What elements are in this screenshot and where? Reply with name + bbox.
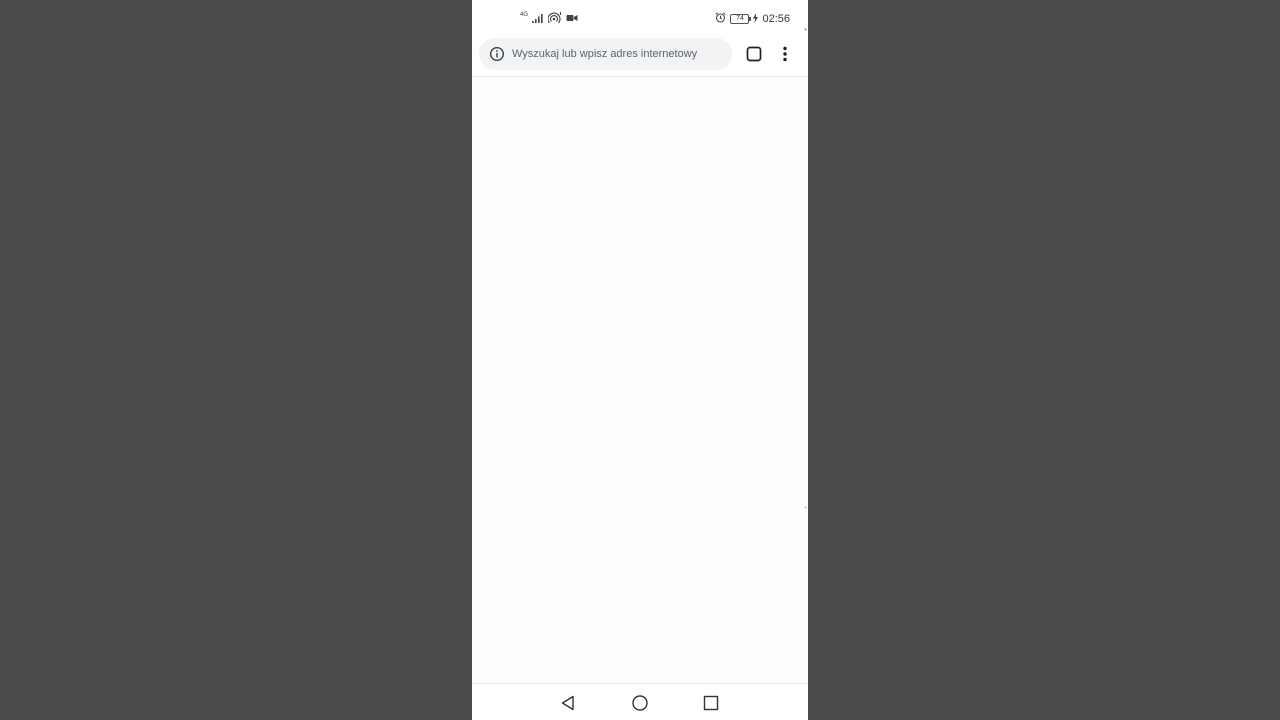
edge-dot-side (804, 496, 807, 509)
edge-dot-top (804, 18, 807, 31)
video-camera-icon (566, 13, 578, 26)
hotspot-icon (547, 11, 562, 27)
status-time: 02:56 (762, 13, 790, 25)
back-icon[interactable] (559, 694, 577, 712)
charging-icon (753, 12, 759, 26)
page-content (472, 77, 808, 683)
signal-icon (532, 13, 544, 26)
battery-icon: 74 (730, 14, 752, 24)
info-icon[interactable] (489, 46, 505, 62)
address-bar[interactable]: Wyszukaj lub wpisz adres internetowy (479, 38, 732, 70)
more-menu-icon[interactable] (778, 45, 792, 63)
home-icon[interactable] (631, 694, 649, 712)
recents-icon[interactable] (702, 694, 720, 712)
alarm-icon (715, 12, 726, 26)
status-right-group: 74 02:56 (715, 12, 790, 26)
network-type-label: 4G (520, 12, 529, 18)
browser-toolbar: Wyszukaj lub wpisz adres internetowy (472, 38, 808, 77)
address-bar-placeholder[interactable]: Wyszukaj lub wpisz adres internetowy (512, 48, 697, 60)
phone-screen: 4G 74 02:56 Wyszukaj lub wpisz adres int… (472, 0, 808, 720)
status-bar: 4G 74 02:56 (472, 0, 808, 38)
system-navigation-bar (472, 683, 808, 720)
tab-switcher-icon[interactable] (746, 46, 762, 62)
status-left-group: 4G (520, 11, 578, 27)
